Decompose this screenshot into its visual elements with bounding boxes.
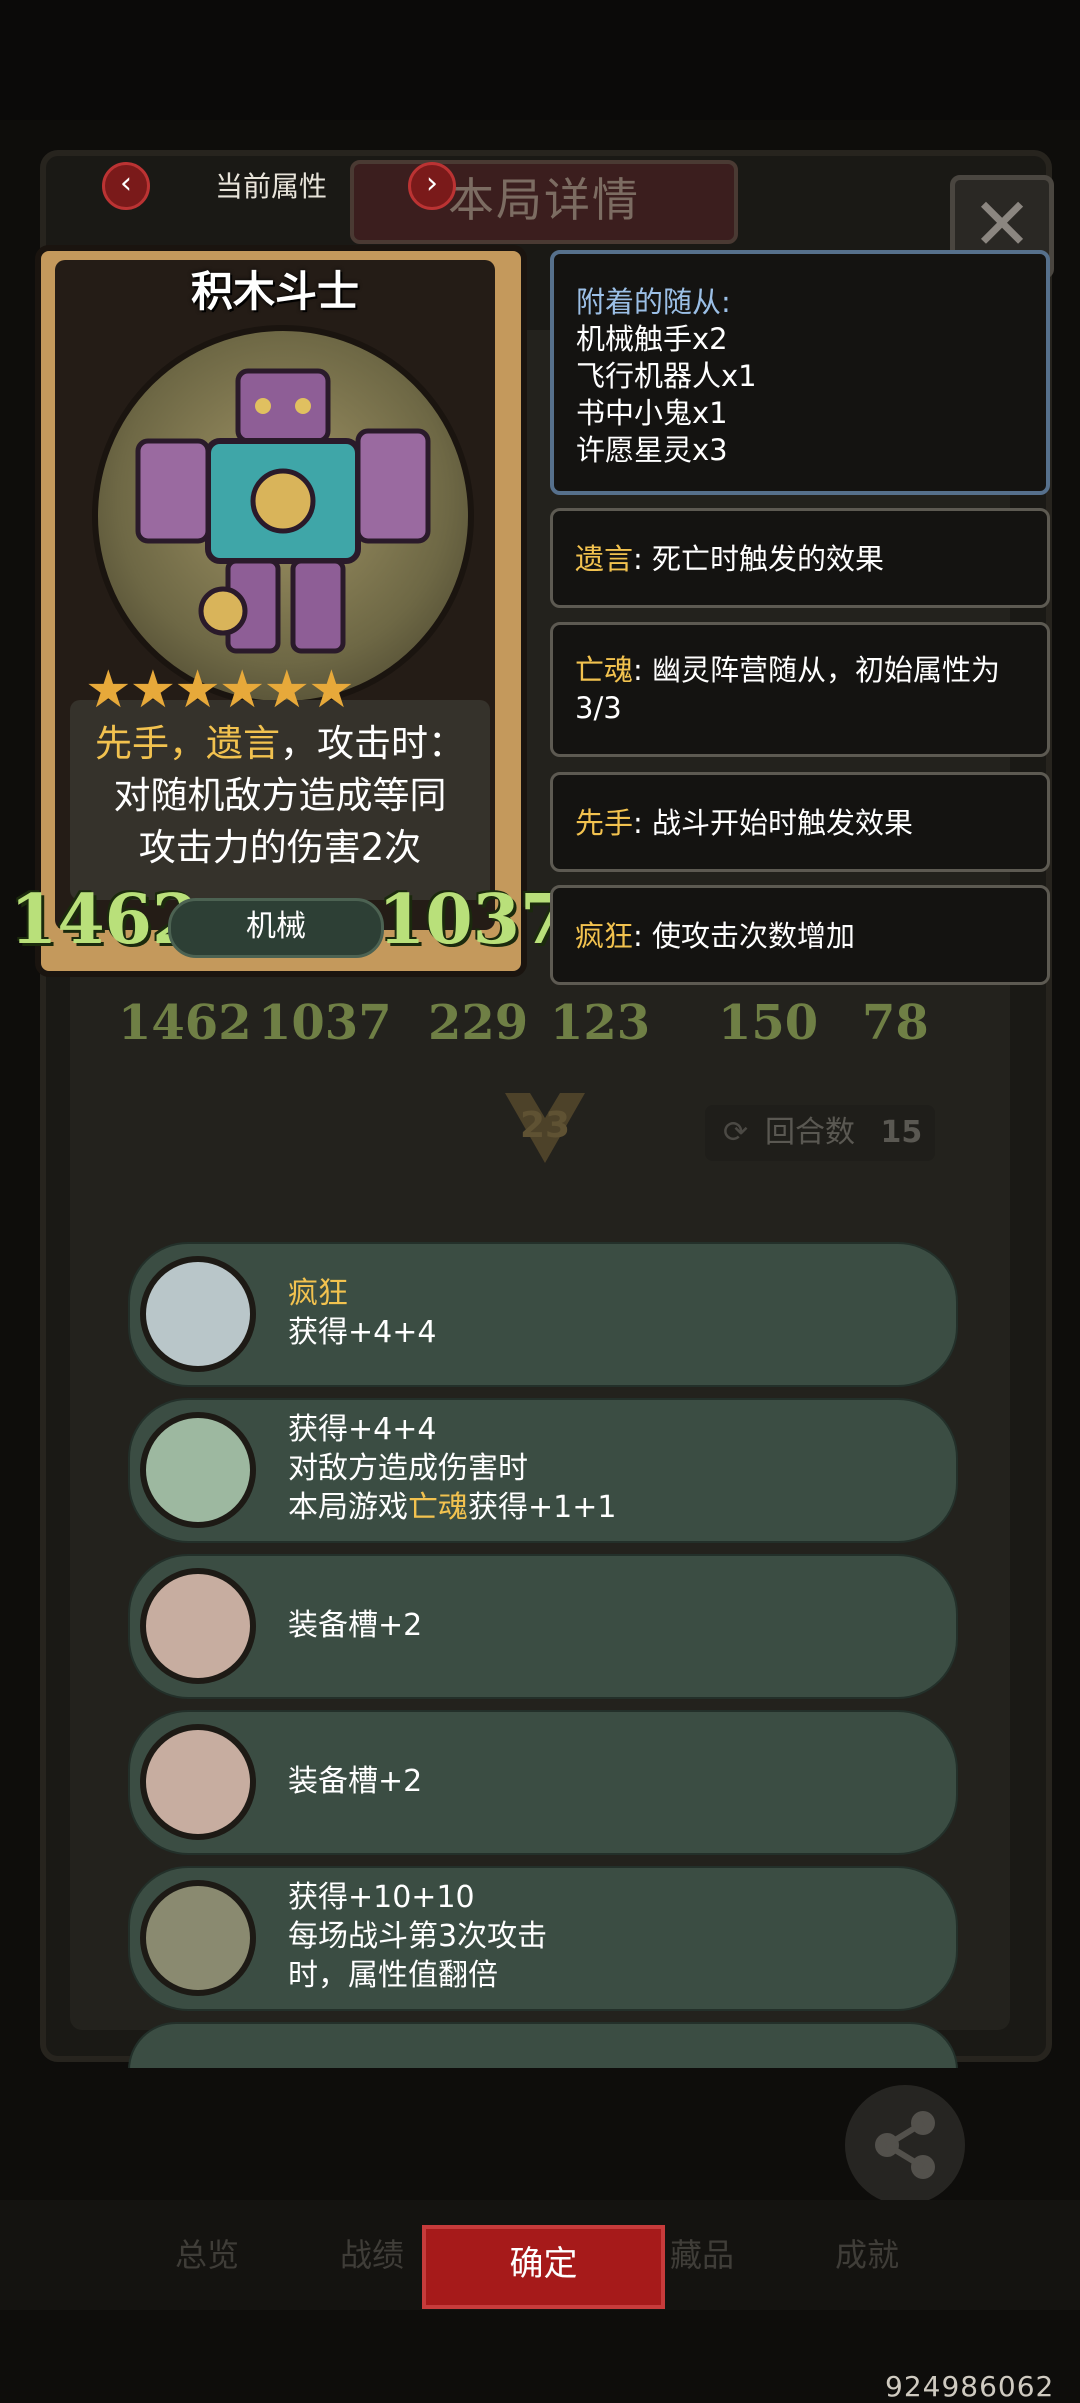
minion-type: 机械 [168, 898, 384, 958]
event-line: 获得+4+4 [288, 1315, 437, 1350]
round-value: 15 [880, 1115, 923, 1150]
event-title: 疯狂 [288, 1276, 348, 1311]
attached-item: 许愿星灵x3 [576, 433, 728, 467]
keyword-box-first-strike: 先手: 战斗开始时触发效果 [550, 772, 1050, 872]
refresh-icon: ⟳ [723, 1115, 749, 1150]
desc-text: ，攻击时： [280, 722, 465, 765]
keyword-name: 先手 [575, 806, 634, 840]
tab-collection[interactable]: 藏品 [670, 2230, 734, 2276]
round-label: 回合数 [765, 1115, 855, 1150]
event-line: 每场战斗第3次攻击 [288, 1919, 548, 1954]
desc-keywords: 先手，遗言 [95, 722, 280, 765]
green-blades-icon [140, 1412, 256, 1528]
rune-stone-icon [140, 1256, 256, 1372]
tab-overview[interactable]: 总览 [175, 2230, 239, 2276]
card-description: 先手，遗言，攻击时： 对随机敌方造成等同 攻击力的伤害2次 [70, 718, 490, 874]
bg-stat: 229 [428, 995, 529, 1051]
keyword-name: 疯狂 [575, 919, 634, 953]
tab-record[interactable]: 战绩 [340, 2230, 404, 2276]
bg-stat: 1037 [258, 995, 392, 1051]
tab-achievements[interactable]: 成就 [835, 2230, 899, 2276]
round-counter: ⟳ 回合数 15 [705, 1105, 935, 1161]
confirm-button[interactable]: 确定 [422, 2225, 665, 2309]
bg-stat: 150 [718, 995, 819, 1051]
keyword-box-deathrattle: 遗言: 死亡时触发的效果 [550, 508, 1050, 608]
share-button[interactable] [845, 2085, 965, 2205]
event-keyword: 亡魂 [408, 1490, 468, 1525]
desc-line: 攻击力的伤害2次 [138, 826, 422, 869]
keyword-box-frenzy: 疯狂: 使攻击次数增加 [550, 885, 1050, 985]
share-icon [875, 2111, 935, 2179]
chevron-number: 23 [520, 1105, 571, 1146]
pig-armor-icon [140, 1724, 256, 1840]
desc-line: 对随机敌方造成等同 [113, 774, 447, 817]
event-line: 装备槽+2 [288, 1764, 423, 1799]
robot-icon [135, 368, 431, 654]
keyword-name: 遗言 [575, 542, 634, 576]
attached-item: 飞行机器人x1 [576, 359, 757, 393]
event-line: 本局游戏 [288, 1490, 408, 1525]
bg-stat: 123 [550, 995, 651, 1051]
event-line: 获得+1+1 [468, 1490, 617, 1525]
keyword-text: : 死亡时触发的效果 [633, 542, 885, 576]
keyword-text: : 使攻击次数增加 [633, 919, 856, 953]
keyword-box-ghost: 亡魂: 幽灵阵营随从，初始属性为 3/3 [550, 622, 1050, 757]
shadow-figure-icon [140, 1880, 256, 1996]
bg-stat: 78 [862, 995, 929, 1051]
event-line: 获得+10+10 [288, 1880, 475, 1915]
event-text: 疯狂 获得+4+4 [288, 1274, 436, 1352]
event-line: 对敌方造成伤害时 [288, 1451, 528, 1486]
event-text: 装备槽+2 [288, 1606, 422, 1645]
top-status-area [0, 0, 1080, 120]
event-text: 获得+4+4 对敌方造成伤害时 本局游戏亡魂获得+1+1 [288, 1410, 616, 1527]
current-attributes-label: 当前属性 [215, 170, 328, 203]
event-line: 获得+4+4 [288, 1412, 437, 1447]
attached-title: 附着的随从: [576, 285, 731, 319]
pig-armor-icon [140, 1568, 256, 1684]
event-line: 装备槽+2 [288, 1608, 423, 1643]
event-text: 获得+10+10 每场战斗第3次攻击 时，属性值翻倍 [288, 1878, 547, 1995]
attached-item: 机械触手x2 [576, 322, 728, 356]
minion-portrait [92, 325, 474, 707]
match-details-tab[interactable]: 本局详情 [350, 160, 738, 244]
keyword-text-line2: 3/3 [575, 691, 622, 725]
star-rating: ★★★★★★ [85, 660, 355, 720]
health-stat: 1037 [378, 880, 568, 960]
next-arrow-button[interactable]: › [408, 162, 456, 210]
attached-item: 书中小鬼x1 [576, 396, 728, 430]
event-item-partial[interactable] [128, 2022, 958, 2070]
keyword-text: : 战斗开始时触发效果 [633, 806, 914, 840]
attached-minions-box: 附着的随从: 机械触手x2 飞行机器人x1 书中小鬼x1 许愿星灵x3 [550, 250, 1050, 495]
player-id: 924986062 [885, 2370, 1055, 2403]
prev-arrow-button[interactable]: ‹ [102, 162, 150, 210]
keyword-name: 亡魂 [575, 653, 634, 687]
keyword-text: : 幽灵阵营随从，初始属性为 [633, 653, 1001, 687]
event-text: 装备槽+2 [288, 1762, 422, 1801]
bg-stat: 1462 [118, 995, 252, 1051]
card-name: 积木斗士 [190, 267, 359, 316]
event-line: 时，属性值翻倍 [288, 1958, 498, 1993]
